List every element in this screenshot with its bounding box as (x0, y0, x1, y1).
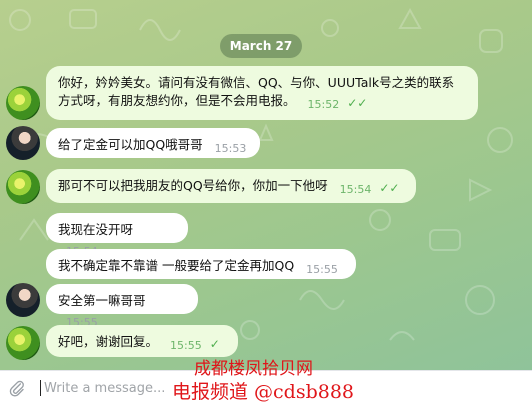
date-label: March 27 (229, 39, 293, 53)
avatar[interactable] (6, 126, 40, 160)
watermark-line-2: 电报频道 @cdsb888 (172, 381, 355, 403)
message-text: 我不确定靠不靠谱 一般要给了定金再加QQ (58, 258, 295, 273)
message-time: 15:55 (306, 263, 338, 276)
message-input[interactable]: Write a message... (44, 381, 165, 396)
message-bubble: 那可不可以把我朋友的QQ号给你，你加一下他呀 15:54 ✓✓ (46, 169, 416, 203)
message-text: 我现在没开呀 (58, 222, 134, 237)
message-bubble: 给了定金可以加QQ哦哥哥 15:53 (46, 128, 260, 158)
message-time: 15:55 (170, 339, 202, 352)
message-bubble: 我现在没开呀 15:54 (46, 213, 188, 258)
chat-background: March 27 你好，妗妗美女。请问有没有微信、QQ、与你、UUUTalk号之… (0, 0, 532, 370)
message-bubble: 好吧，谢谢回复。 15:55 ✓ (46, 325, 238, 357)
message-time: 15:52 (307, 98, 340, 111)
double-check-icon: ✓✓ (379, 181, 400, 195)
message-text: 那可不可以把我朋友的QQ号给你，你加一下他呀 (58, 178, 328, 193)
message-bubble: 你好，妗妗美女。请问有没有微信、QQ、与你、UUUTalk号之类的联系方式呀，有… (46, 66, 478, 120)
message-text: 你好，妗妗美女。请问有没有微信、QQ、与你、UUUTalk号之类的联系方式呀，有… (58, 75, 455, 108)
message-text: 安全第一嘛哥哥 (58, 293, 146, 308)
message-time: 15:53 (214, 142, 247, 155)
check-icon: ✓ (209, 337, 220, 351)
message-bubble: 我不确定靠不靠谱 一般要给了定金再加QQ 15:55 (46, 249, 356, 279)
avatar[interactable] (6, 170, 40, 204)
date-separator: March 27 (220, 34, 302, 58)
paperclip-icon[interactable] (8, 379, 26, 397)
watermark-line-1: 成都楼凤拾贝网 (194, 359, 313, 379)
text-cursor (40, 380, 41, 396)
avatar[interactable] (6, 283, 40, 317)
message-time: 15:54 (339, 183, 372, 196)
message-text: 好吧，谢谢回复。 (58, 334, 159, 349)
message-text: 给了定金可以加QQ哦哥哥 (58, 137, 203, 152)
avatar[interactable] (6, 86, 40, 120)
avatar[interactable] (6, 326, 40, 360)
message-bubble: 安全第一嘛哥哥 15:55 (46, 284, 198, 329)
double-check-icon: ✓✓ (347, 96, 368, 110)
